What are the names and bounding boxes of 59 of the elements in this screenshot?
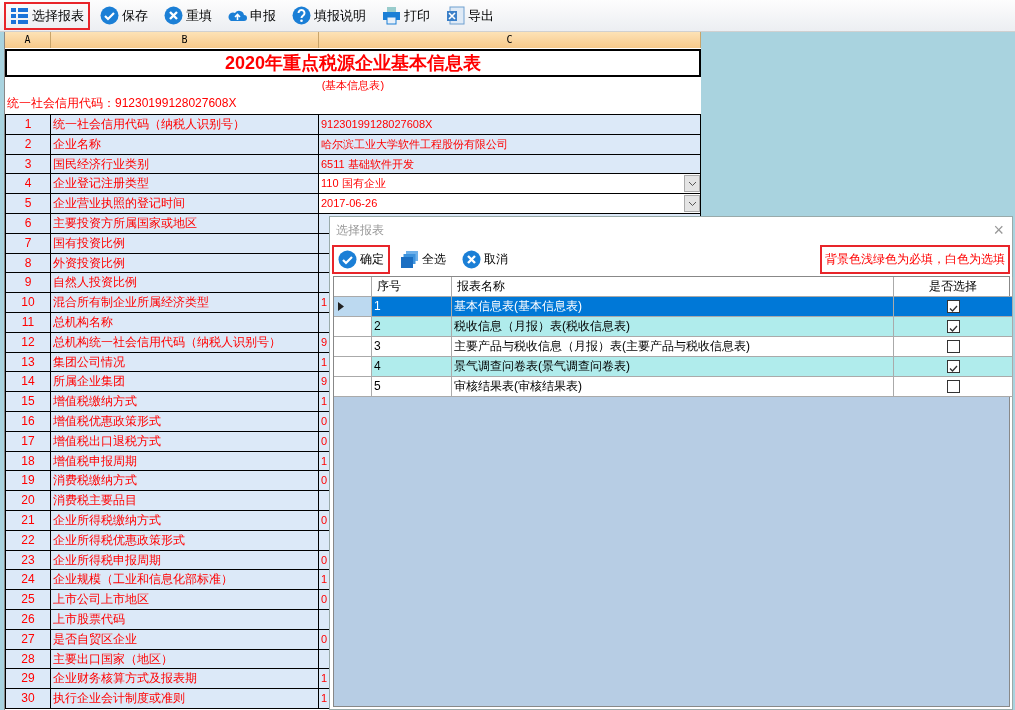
field-label: 上市公司上市地区 <box>51 590 319 609</box>
row-number: 19 <box>5 471 51 491</box>
row-number: 24 <box>5 570 51 590</box>
sheet-title: 2020年重点税源企业基本信息表 <box>5 49 701 77</box>
field-label: 企业规模（工业和信息化部标准） <box>51 570 319 590</box>
row-number: 9 <box>5 273 51 293</box>
table-cell: 2 <box>372 317 452 337</box>
field-label: 执行企业会计制度或准则 <box>51 689 319 708</box>
field-label: 企业营业执照的登记时间 <box>51 194 319 213</box>
hint-note: 背景色浅绿色为必填，白色为选填 <box>820 244 1010 274</box>
toolbar-button[interactable]: 重填 <box>158 1 218 30</box>
toolbar-button[interactable]: 选择报表 <box>4 1 90 30</box>
dialog-button[interactable]: 全选 <box>394 244 452 274</box>
row-number: 10 <box>5 293 51 312</box>
row-number: 4 <box>5 174 51 194</box>
row-number: 1 <box>5 115 51 134</box>
field-label: 增值税缴纳方式 <box>51 392 319 411</box>
row-number: 5 <box>5 194 51 213</box>
dropdown-value: 2017-06-26 <box>321 196 378 212</box>
column-header: B <box>51 32 319 48</box>
field-label: 混合所有制企业所属经济类型 <box>51 293 319 312</box>
table-cell: 景气调查问卷表(景气调查问卷表) <box>452 357 894 377</box>
field-label: 所属企业集团 <box>51 372 319 392</box>
row-number: 14 <box>5 372 51 392</box>
column-header: A <box>5 32 51 48</box>
field-label: 统一社会信用代码（纳税人识别号） <box>51 115 319 134</box>
row-number: 25 <box>5 590 51 609</box>
field-label: 消费税缴纳方式 <box>51 471 319 491</box>
row-number: 29 <box>5 669 51 689</box>
dropdown-field[interactable]: 2017-06-26 <box>319 194 701 213</box>
dropdown-field[interactable]: 110 国有企业 <box>319 174 701 194</box>
row-number: 15 <box>5 392 51 411</box>
toolbar-button[interactable]: 填报说明 <box>286 1 372 30</box>
dropdown-value: 110 国有企业 <box>321 176 386 192</box>
table-cell: 税收信息（月报）表(税收信息表) <box>452 317 894 337</box>
field-label: 企业财务核算方式及报表期 <box>51 669 319 689</box>
sheet-subtitle: (基本信息表) <box>320 78 386 93</box>
toolbar-button[interactable]: 申报 <box>222 1 282 30</box>
table-cell: 5 <box>372 377 452 397</box>
column-header: C <box>319 32 701 48</box>
row-number: 20 <box>5 491 51 510</box>
dialog-button[interactable]: 取消 <box>456 244 514 274</box>
dialog-button[interactable]: 确定 <box>332 244 390 274</box>
field-label: 消费税主要品目 <box>51 491 319 510</box>
table-cell: 审核结果表(审核结果表) <box>452 377 894 397</box>
table-cell: 4 <box>372 357 452 377</box>
table-cell: 主要产品与税收信息（月报）表(主要产品与税收信息表) <box>452 337 894 357</box>
row-number: 30 <box>5 689 51 708</box>
table-cell: 基本信息表(基本信息表) <box>452 297 894 317</box>
field-label: 自然人投资比例 <box>51 273 319 293</box>
credit-code-line: 统一社会信用代码：91230199128027608X <box>6 95 238 112</box>
toolbar-button[interactable]: 导出 <box>440 1 500 30</box>
table-cell: 1 <box>372 297 452 317</box>
field-label: 企业登记注册类型 <box>51 174 319 194</box>
dialog-title: 选择报表 <box>336 222 384 239</box>
toolbar-button[interactable]: 打印 <box>376 1 436 30</box>
table-cell: 3 <box>372 337 452 357</box>
field-value: 91230199128027608X <box>319 115 701 134</box>
toolbar-button[interactable]: 保存 <box>94 1 154 30</box>
